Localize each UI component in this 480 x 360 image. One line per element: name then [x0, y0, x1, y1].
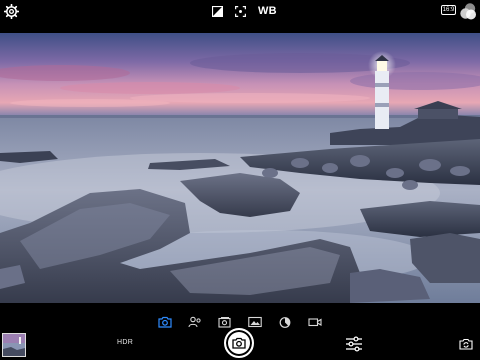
- timer-icon: [279, 317, 291, 328]
- top-controls: WB: [212, 3, 277, 20]
- mode-video[interactable]: [308, 316, 322, 328]
- panorama-icon: [248, 316, 262, 328]
- viewfinder-scene: [0, 33, 480, 303]
- gallery-preview-image: [3, 334, 25, 356]
- switch-camera-icon[interactable]: [459, 338, 473, 350]
- filters-icon[interactable]: [459, 2, 477, 20]
- portrait-icon: [188, 316, 201, 328]
- adjustments-icon[interactable]: [345, 336, 363, 352]
- gear-icon[interactable]: [4, 4, 19, 19]
- mode-portrait[interactable]: [188, 316, 202, 328]
- camera-viewfinder[interactable]: [0, 33, 480, 303]
- top-toolbar: WB 16:9: [0, 0, 480, 24]
- exposure-icon[interactable]: [212, 6, 223, 17]
- gallery-thumbnail[interactable]: [2, 333, 26, 357]
- mode-burst[interactable]: [218, 316, 232, 328]
- video-icon: [308, 318, 322, 327]
- hdr-toggle[interactable]: HDR: [117, 339, 133, 346]
- mode-photo[interactable]: [158, 316, 172, 328]
- focus-icon[interactable]: [235, 6, 246, 17]
- burst-icon: [218, 317, 231, 328]
- photo-camera-icon: [158, 316, 172, 328]
- aspect-ratio-badge[interactable]: 16:9: [441, 5, 456, 15]
- mode-panorama[interactable]: [248, 316, 262, 328]
- shutter-button[interactable]: [224, 328, 254, 358]
- shutter-camera-icon: [232, 337, 246, 349]
- white-balance-label[interactable]: WB: [258, 6, 277, 17]
- mode-timer[interactable]: [278, 316, 292, 328]
